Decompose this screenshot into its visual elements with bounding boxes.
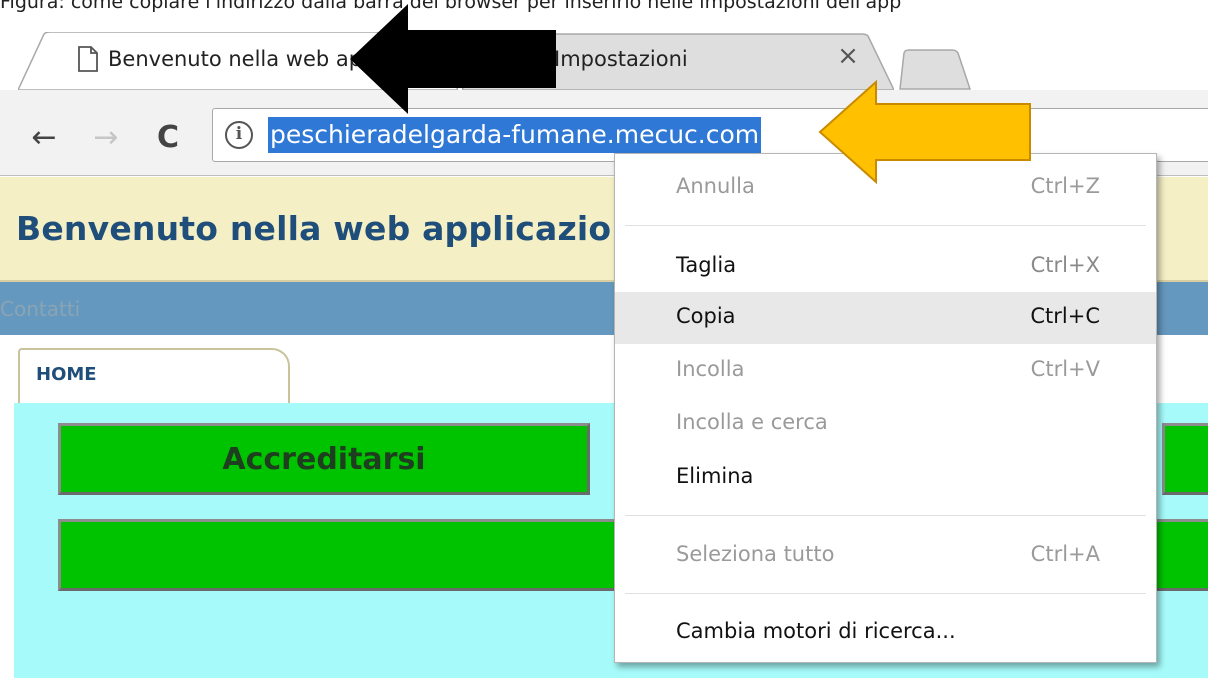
annotation-arrow-gold <box>818 80 1031 184</box>
menu-separator <box>625 225 1146 226</box>
menu-item-label: Cambia motori di ricerca... <box>676 619 956 643</box>
reload-icon[interactable]: C <box>150 120 186 156</box>
menu-item-shortcut: Ctrl+C <box>1030 304 1100 328</box>
menu-item-shortcut: Ctrl+X <box>1030 253 1100 277</box>
tab-home[interactable]: HOME <box>18 348 290 406</box>
menu-item-shortcut: Ctrl+Z <box>1030 174 1100 198</box>
contatti-link[interactable]: Contatti <box>0 297 80 321</box>
menu-item-label: Elimina <box>676 464 754 488</box>
menu-separator <box>625 593 1146 594</box>
annotation-arrow-black <box>350 4 556 114</box>
menu-item-label: Copia <box>676 304 736 328</box>
info-icon[interactable]: i <box>225 121 253 149</box>
menu-separator <box>625 515 1146 516</box>
tab-title: Impostazioni <box>554 47 688 71</box>
menu-item-label: Annulla <box>676 174 755 198</box>
accreditarsi-label: Accreditarsi <box>222 442 426 477</box>
arrow-left-icon[interactable]: ← <box>26 120 62 156</box>
context-menu: Annulla Ctrl+Z Taglia Ctrl+X Copia Ctrl+… <box>614 153 1157 663</box>
menu-item-cambia-motori[interactable]: Cambia motori di ricerca... <box>615 607 1156 659</box>
menu-item-label: Incolla e cerca <box>676 410 828 434</box>
menu-item-label: Taglia <box>676 253 737 277</box>
arrow-left-icon <box>818 80 1031 184</box>
url-text[interactable]: peschieradelgarda-fumane.mecuc.com <box>268 117 762 153</box>
close-icon[interactable]: × <box>834 42 862 70</box>
menu-item-copia[interactable]: Copia Ctrl+C <box>615 292 1156 344</box>
arrow-left-icon <box>350 4 556 114</box>
page-icon <box>78 46 98 72</box>
menu-item-label: Incolla <box>676 357 745 381</box>
arrow-right-icon[interactable]: → <box>88 120 124 156</box>
menu-item-elimina[interactable]: Elimina <box>615 452 1156 504</box>
menu-item-seleziona-tutto[interactable]: Seleziona tutto Ctrl+A <box>615 530 1156 582</box>
menu-item-label: Seleziona tutto <box>676 542 835 566</box>
accreditarsi-button[interactable]: Accreditarsi <box>58 423 590 495</box>
menu-item-incolla[interactable]: Incolla Ctrl+V <box>615 345 1156 397</box>
browser-tab-strip: Benvenuto nella web applicazione Imposta… <box>0 12 1208 90</box>
tab-home-label: HOME <box>36 364 97 385</box>
menu-item-taglia[interactable]: Taglia Ctrl+X <box>615 241 1156 293</box>
menu-item-shortcut: Ctrl+A <box>1030 542 1100 566</box>
menu-item-incolla-e-cerca[interactable]: Incolla e cerca <box>615 398 1156 450</box>
green-button[interactable] <box>1162 423 1208 495</box>
menu-item-shortcut: Ctrl+V <box>1030 357 1100 381</box>
tab-title: Benvenuto nella web applicazione <box>108 47 378 71</box>
